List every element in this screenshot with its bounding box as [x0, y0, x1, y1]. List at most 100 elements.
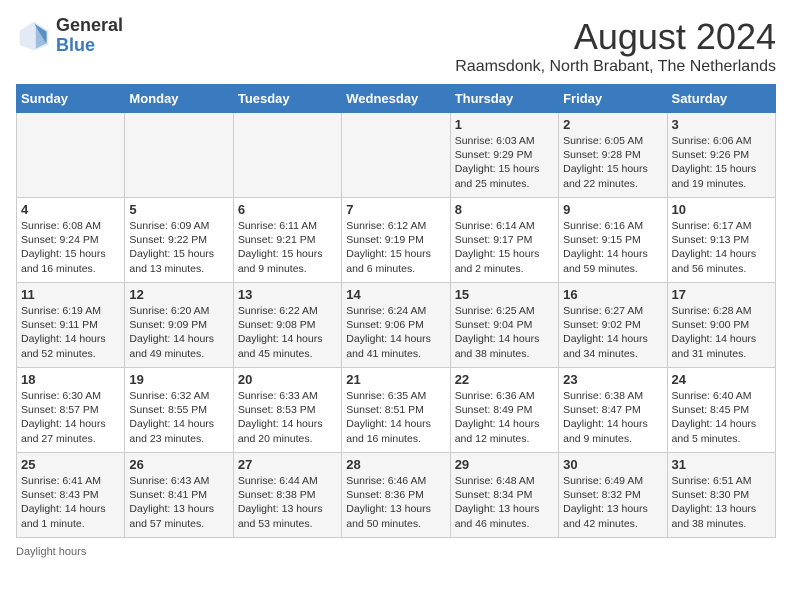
calendar-cell: 26 Sunrise: 6:43 AM Sunset: 8:41 PM Dayli… [125, 453, 233, 538]
calendar-cell: 6Sunrise: 6:11 AM Sunset: 9:21 PM Daylig… [233, 198, 341, 283]
calendar-cell: 3 Sunrise: 6:06 AM Sunset: 9:26 PM Daylig… [667, 113, 775, 198]
main-title: August 2024 [455, 16, 776, 58]
day-number: 10 [672, 202, 771, 217]
day-number: 26 [129, 457, 228, 472]
calendar-cell [233, 113, 341, 198]
calendar-cell [342, 113, 450, 198]
calendar-cell: 17Sunrise: 6:28 AM Sunset: 9:00 PM Dayli… [667, 283, 775, 368]
day-info: Sunrise: 6:49 AM Sunset: 8:32 PM Dayligh… [563, 474, 662, 531]
day-info: Sunrise: 6:44 AM Sunset: 8:38 PM Dayligh… [238, 474, 337, 531]
day-info: Sunrise: 6:27 AM Sunset: 9:02 PM Dayligh… [563, 304, 662, 361]
day-info: Sunrise: 6:43 AM Sunset: 8:41 PM Dayligh… [129, 474, 228, 531]
calendar-header-monday: Monday [125, 85, 233, 113]
day-number: 3 [672, 117, 771, 132]
calendar-cell: 25Sunrise: 6:41 AM Sunset: 8:43 PM Dayli… [17, 453, 125, 538]
day-info: Sunrise: 6:24 AM Sunset: 9:06 PM Dayligh… [346, 304, 445, 361]
calendar-cell: 1 Sunrise: 6:03 AM Sunset: 9:29 PM Daylig… [450, 113, 558, 198]
day-info: Sunrise: 6:14 AM Sunset: 9:17 PM Dayligh… [455, 219, 554, 276]
day-number: 30 [563, 457, 662, 472]
day-number: 23 [563, 372, 662, 387]
day-number: 17 [672, 287, 771, 302]
day-info: Sunrise: 6:40 AM Sunset: 8:45 PM Dayligh… [672, 389, 771, 446]
header: General Blue August 2024 Raamsdonk, Nort… [16, 16, 776, 76]
day-info: Sunrise: 6:05 AM Sunset: 9:28 PM Dayligh… [563, 134, 662, 191]
day-number: 20 [238, 372, 337, 387]
day-info: Sunrise: 6:12 AM Sunset: 9:19 PM Dayligh… [346, 219, 445, 276]
calendar: SundayMondayTuesdayWednesdayThursdayFrid… [16, 84, 776, 538]
calendar-cell: 16 Sunrise: 6:27 AM Sunset: 9:02 PM Dayli… [559, 283, 667, 368]
calendar-week-row: 1 Sunrise: 6:03 AM Sunset: 9:29 PM Daylig… [17, 113, 776, 198]
calendar-cell: 11 Sunrise: 6:19 AM Sunset: 9:11 PM Dayli… [17, 283, 125, 368]
day-info: Sunrise: 6:11 AM Sunset: 9:21 PM Dayligh… [238, 219, 337, 276]
subtitle: Raamsdonk, North Brabant, The Netherland… [455, 58, 776, 76]
calendar-cell: 14Sunrise: 6:24 AM Sunset: 9:06 PM Dayli… [342, 283, 450, 368]
day-number: 28 [346, 457, 445, 472]
calendar-cell: 7 Sunrise: 6:12 AM Sunset: 9:19 PM Daylig… [342, 198, 450, 283]
day-number: 5 [129, 202, 228, 217]
calendar-cell: 21Sunrise: 6:35 AM Sunset: 8:51 PM Dayli… [342, 368, 450, 453]
calendar-cell: 2 Sunrise: 6:05 AM Sunset: 9:28 PM Daylig… [559, 113, 667, 198]
day-info: Sunrise: 6:48 AM Sunset: 8:34 PM Dayligh… [455, 474, 554, 531]
day-info: Sunrise: 6:25 AM Sunset: 9:04 PM Dayligh… [455, 304, 554, 361]
day-number: 29 [455, 457, 554, 472]
calendar-cell [125, 113, 233, 198]
day-number: 15 [455, 287, 554, 302]
logo-general-text: General [56, 16, 123, 36]
day-info: Sunrise: 6:22 AM Sunset: 9:08 PM Dayligh… [238, 304, 337, 361]
day-info: Sunrise: 6:17 AM Sunset: 9:13 PM Dayligh… [672, 219, 771, 276]
day-number: 1 [455, 117, 554, 132]
day-info: Sunrise: 6:09 AM Sunset: 9:22 PM Dayligh… [129, 219, 228, 276]
calendar-cell: 24 Sunrise: 6:40 AM Sunset: 8:45 PM Dayli… [667, 368, 775, 453]
day-info: Sunrise: 6:03 AM Sunset: 9:29 PM Dayligh… [455, 134, 554, 191]
day-info: Sunrise: 6:51 AM Sunset: 8:30 PM Dayligh… [672, 474, 771, 531]
calendar-header-sunday: Sunday [17, 85, 125, 113]
calendar-cell: 15 Sunrise: 6:25 AM Sunset: 9:04 PM Dayli… [450, 283, 558, 368]
calendar-cell: 13 Sunrise: 6:22 AM Sunset: 9:08 PM Dayli… [233, 283, 341, 368]
calendar-header-saturday: Saturday [667, 85, 775, 113]
calendar-cell: 18 Sunrise: 6:30 AM Sunset: 8:57 PM Dayli… [17, 368, 125, 453]
day-number: 22 [455, 372, 554, 387]
day-info: Sunrise: 6:20 AM Sunset: 9:09 PM Dayligh… [129, 304, 228, 361]
day-info: Sunrise: 6:06 AM Sunset: 9:26 PM Dayligh… [672, 134, 771, 191]
calendar-cell: 27 Sunrise: 6:44 AM Sunset: 8:38 PM Dayli… [233, 453, 341, 538]
day-number: 13 [238, 287, 337, 302]
day-info: Sunrise: 6:36 AM Sunset: 8:49 PM Dayligh… [455, 389, 554, 446]
calendar-cell: 31 Sunrise: 6:51 AM Sunset: 8:30 PM Dayli… [667, 453, 775, 538]
calendar-cell: 10 Sunrise: 6:17 AM Sunset: 9:13 PM Dayli… [667, 198, 775, 283]
day-number: 24 [672, 372, 771, 387]
day-info: Sunrise: 6:41 AM Sunset: 8:43 PM Dayligh… [21, 474, 120, 531]
day-number: 7 [346, 202, 445, 217]
day-number: 18 [21, 372, 120, 387]
calendar-cell: 9Sunrise: 6:16 AM Sunset: 9:15 PM Daylig… [559, 198, 667, 283]
day-info: Sunrise: 6:35 AM Sunset: 8:51 PM Dayligh… [346, 389, 445, 446]
footer: Daylight hours [16, 546, 776, 558]
calendar-cell: 30 Sunrise: 6:49 AM Sunset: 8:32 PM Dayli… [559, 453, 667, 538]
calendar-cell: 29 Sunrise: 6:48 AM Sunset: 8:34 PM Dayli… [450, 453, 558, 538]
calendar-week-row: 18 Sunrise: 6:30 AM Sunset: 8:57 PM Dayli… [17, 368, 776, 453]
calendar-header-tuesday: Tuesday [233, 85, 341, 113]
day-info: Sunrise: 6:30 AM Sunset: 8:57 PM Dayligh… [21, 389, 120, 446]
day-number: 27 [238, 457, 337, 472]
calendar-header-friday: Friday [559, 85, 667, 113]
calendar-week-row: 4Sunrise: 6:08 AM Sunset: 9:24 PM Daylig… [17, 198, 776, 283]
logo-text: General Blue [56, 16, 123, 56]
calendar-cell: 22 Sunrise: 6:36 AM Sunset: 8:49 PM Dayli… [450, 368, 558, 453]
day-number: 4 [21, 202, 120, 217]
day-number: 11 [21, 287, 120, 302]
calendar-header-wednesday: Wednesday [342, 85, 450, 113]
calendar-cell: 23Sunrise: 6:38 AM Sunset: 8:47 PM Dayli… [559, 368, 667, 453]
calendar-cell: 20 Sunrise: 6:33 AM Sunset: 8:53 PM Dayli… [233, 368, 341, 453]
day-number: 31 [672, 457, 771, 472]
day-info: Sunrise: 6:46 AM Sunset: 8:36 PM Dayligh… [346, 474, 445, 531]
logo-blue-text: Blue [56, 36, 123, 56]
calendar-cell: 5 Sunrise: 6:09 AM Sunset: 9:22 PM Daylig… [125, 198, 233, 283]
day-number: 19 [129, 372, 228, 387]
day-info: Sunrise: 6:16 AM Sunset: 9:15 PM Dayligh… [563, 219, 662, 276]
day-number: 16 [563, 287, 662, 302]
calendar-cell: 8Sunrise: 6:14 AM Sunset: 9:17 PM Daylig… [450, 198, 558, 283]
day-number: 2 [563, 117, 662, 132]
day-info: Sunrise: 6:33 AM Sunset: 8:53 PM Dayligh… [238, 389, 337, 446]
calendar-cell: 12Sunrise: 6:20 AM Sunset: 9:09 PM Dayli… [125, 283, 233, 368]
day-info: Sunrise: 6:19 AM Sunset: 9:11 PM Dayligh… [21, 304, 120, 361]
day-info: Sunrise: 6:32 AM Sunset: 8:55 PM Dayligh… [129, 389, 228, 446]
